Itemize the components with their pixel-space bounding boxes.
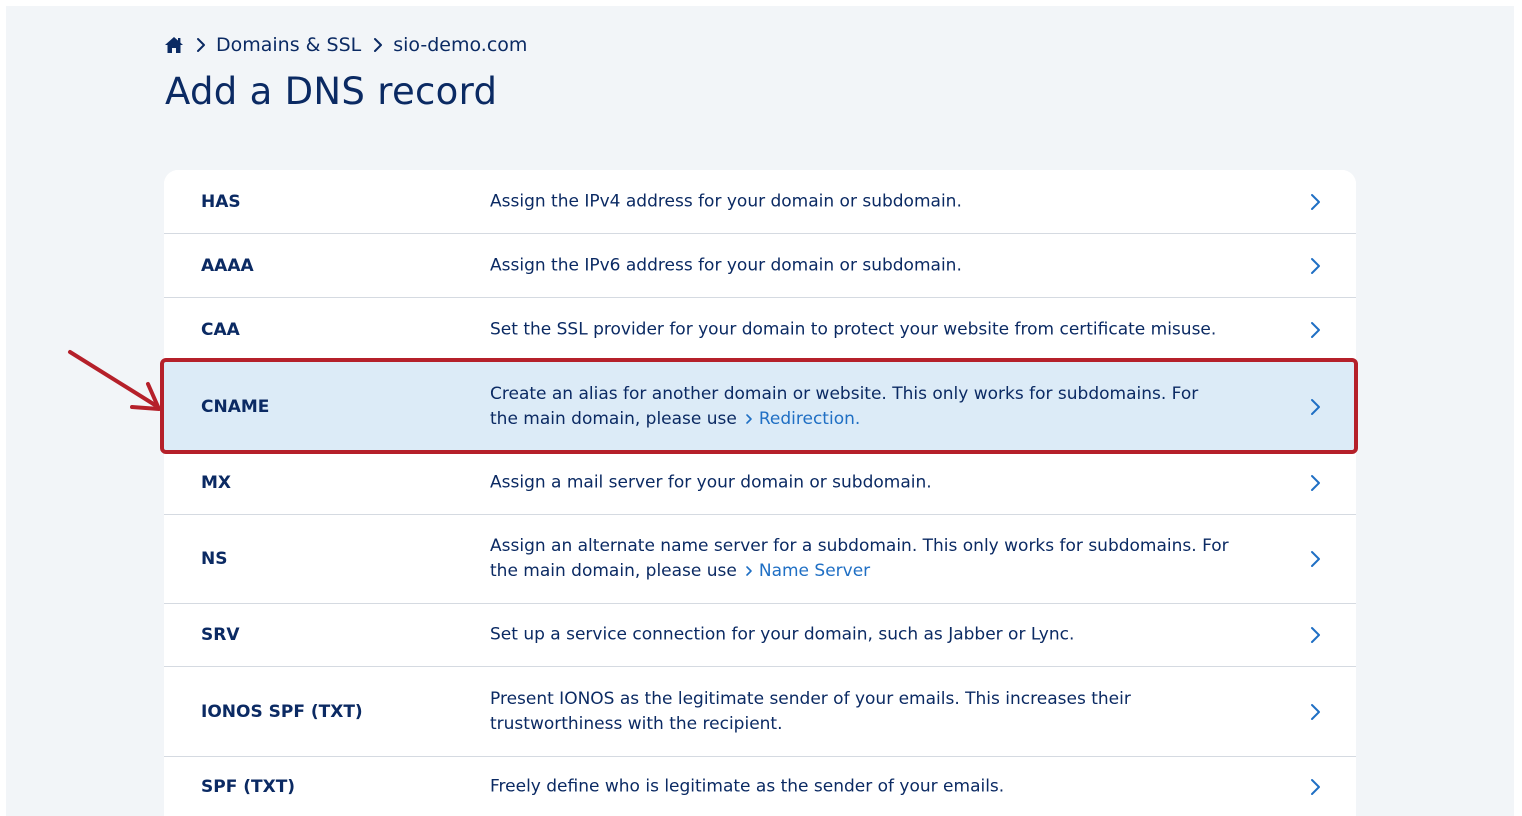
breadcrumb-chevron-icon: [197, 38, 205, 52]
record-row-srv[interactable]: SRV Set up a service connection for your…: [164, 604, 1356, 667]
record-type-label: SRV: [201, 625, 240, 645]
record-description: Set up a service connection for your dom…: [490, 624, 1075, 645]
record-type-label: AAAA: [201, 255, 254, 276]
record-type-label: CNAME: [201, 396, 270, 417]
chevron-right-icon: [1311, 551, 1320, 567]
link-chevron-icon: [746, 413, 752, 424]
record-description: Create an alias for another domain or we…: [490, 383, 1199, 429]
record-row-spf-txt[interactable]: SPF (TXT) Freely define who is legitimat…: [164, 757, 1356, 816]
record-row-ns[interactable]: NS Assign an alternate name server for a…: [164, 515, 1356, 604]
record-type-label: CAA: [201, 319, 240, 340]
breadcrumb: Domains & SSL sio-demo.com: [164, 33, 527, 57]
record-description: Present IONOS as the legitimate sender o…: [490, 688, 1131, 734]
record-type-label: MX: [201, 473, 232, 493]
record-row-cname[interactable]: CNAME Create an alias for another domain…: [164, 362, 1356, 452]
breadcrumb-chevron-icon: [374, 38, 383, 52]
record-row-aaaa[interactable]: AAAA Assign the IPv6 address for your do…: [164, 234, 1356, 298]
record-description: Assign the IPv6 address for your domain …: [490, 255, 962, 275]
record-description: Assign an alternate name server for a su…: [490, 536, 1229, 581]
breadcrumb-domains-ssl[interactable]: Domains & SSL: [216, 34, 361, 56]
record-row-has[interactable]: HAS Assign the IPv4 address for your dom…: [164, 170, 1356, 234]
record-row-ionos-spf-txt[interactable]: IONOS SPF (TXT) Present IONOS as the leg…: [164, 667, 1356, 757]
dns-record-type-list: HAS Assign the IPv4 address for your dom…: [164, 170, 1356, 816]
chevron-right-icon: [1311, 321, 1320, 338]
link-chevron-icon: [746, 566, 752, 576]
record-description: Set the SSL provider for your domain to …: [490, 319, 1217, 339]
record-description: Assign the IPv4 address for your domain …: [490, 191, 962, 211]
redirection-link[interactable]: Redirection.: [759, 409, 860, 429]
record-description: Freely define who is legitimate as the s…: [490, 776, 1005, 797]
chevron-right-icon: [1311, 627, 1320, 643]
record-row-caa[interactable]: CAA Set the SSL provider for your domain…: [164, 298, 1356, 362]
page-title: Add a DNS record: [165, 70, 498, 113]
chevron-right-icon: [1311, 475, 1320, 491]
home-icon[interactable]: [164, 36, 184, 54]
record-type-label: IONOS SPF (TXT): [201, 701, 363, 722]
record-type-label: SPF (TXT): [201, 777, 296, 797]
record-description: Assign a mail server for your domain or …: [490, 472, 932, 493]
record-type-label: NS: [201, 549, 228, 569]
chevron-right-icon: [1311, 703, 1320, 720]
chevron-right-icon: [1311, 257, 1320, 274]
chevron-right-icon: [1311, 193, 1320, 210]
breadcrumb-domain[interactable]: sio-demo.com: [393, 34, 527, 56]
chevron-right-icon: [1311, 398, 1320, 415]
record-type-label: HAS: [201, 191, 241, 212]
chevron-right-icon: [1311, 779, 1320, 795]
record-row-mx[interactable]: MX Assign a mail server for your domain …: [164, 452, 1356, 515]
name-server-link[interactable]: Name Server: [759, 561, 870, 581]
